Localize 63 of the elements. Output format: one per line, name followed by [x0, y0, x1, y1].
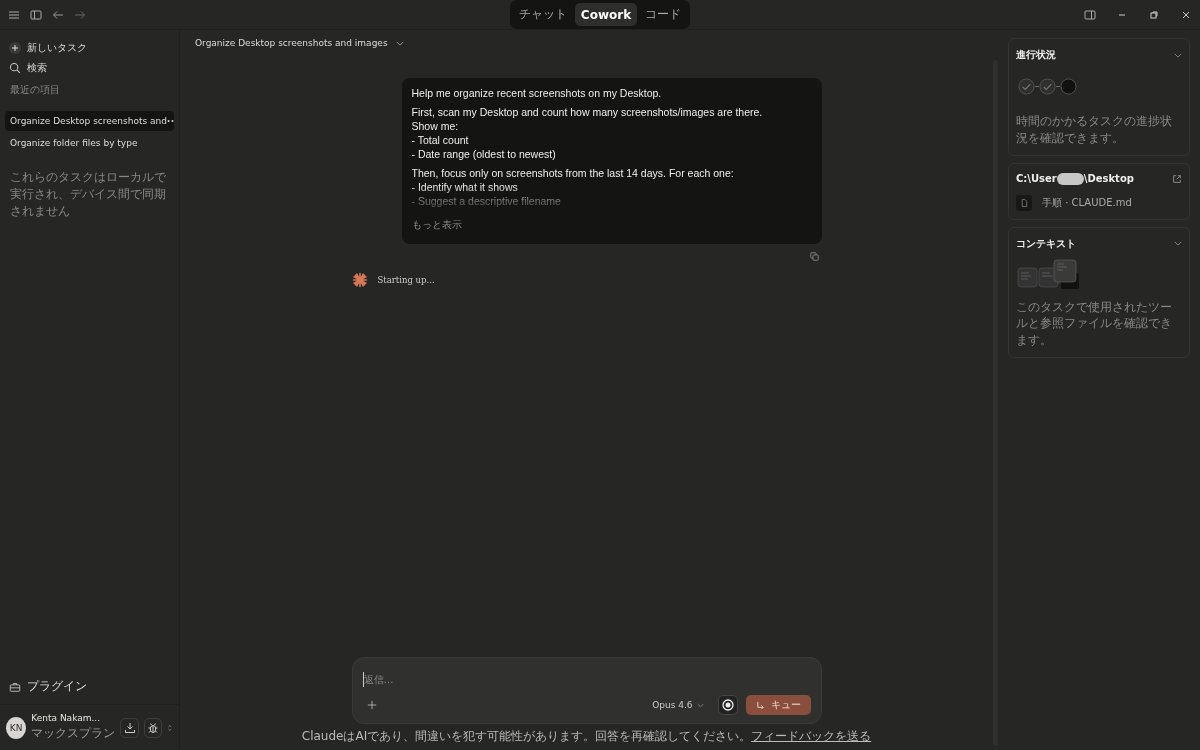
show-more-link[interactable]: もっと表示	[411, 218, 462, 232]
chevron-down-icon[interactable]	[1174, 241, 1182, 247]
path-text: \Desktop	[1083, 173, 1134, 185]
search-icon	[9, 62, 21, 74]
plugins-button[interactable]: プラグイン	[5, 675, 174, 698]
sparkle-icon	[351, 272, 368, 288]
path-text: C:\User	[1016, 173, 1057, 185]
message-line: Then, focus only on screenshots from the last 14 days. For each one:	[411, 166, 735, 180]
model-selector[interactable]: Opus 4.6	[646, 699, 710, 711]
mode-tab[interactable]: コード	[639, 3, 688, 26]
menu-icon[interactable]	[8, 8, 20, 21]
download-button[interactable]	[120, 717, 139, 738]
restore-icon[interactable]	[1148, 8, 1160, 21]
new-task-button[interactable]: 新しいタスク	[5, 38, 91, 58]
search-button[interactable]: 検索	[5, 58, 51, 78]
plus-icon[interactable]	[366, 700, 377, 710]
card-title: コンテキスト	[1016, 236, 1076, 251]
disclaimer-text: ClaudeはAIであり、間違いを犯す可能性があります。回答を再確認してください。	[301, 728, 752, 745]
mode-tab[interactable]: チャット	[512, 3, 573, 26]
chevron-down-icon[interactable]	[1174, 52, 1182, 58]
plus-icon	[9, 42, 21, 54]
bug-icon	[147, 721, 160, 734]
panel-toggle-icon[interactable]	[1084, 8, 1096, 21]
chevron-down-icon[interactable]	[395, 40, 404, 46]
card-title: 進行状況	[1016, 48, 1056, 62]
back-arrow-icon[interactable]	[52, 8, 64, 21]
toolbox-icon	[9, 680, 21, 693]
user-name: Kenta Nakam...	[31, 713, 102, 723]
task-item[interactable]: Organize folder files by type	[5, 133, 174, 153]
mode-tab[interactable]: Cowork	[574, 3, 638, 26]
queue-button[interactable]: キュー	[745, 695, 811, 715]
open-external-icon[interactable]	[1172, 173, 1182, 184]
message-line: - Total count	[411, 133, 470, 147]
message-line: First, scan my Desktop and count how many screenshots/images are there.	[411, 105, 764, 119]
feedback-link[interactable]: フィードバックを送る	[751, 728, 872, 745]
section-heading: 最近の項目	[9, 83, 61, 97]
redaction-mark	[1056, 172, 1084, 185]
message-line: Show me:	[411, 119, 460, 133]
message-line: - Suggest a descriptive filename	[411, 194, 562, 208]
bug-button[interactable]	[143, 717, 163, 738]
copy-icon[interactable]	[809, 252, 819, 261]
message-line: - Identify what it shows	[411, 180, 519, 194]
user-plan: マックスプラン	[31, 725, 116, 742]
user-avatar[interactable]: KN	[6, 716, 27, 739]
conversation-title[interactable]: Organize Desktop screenshots and images	[195, 38, 388, 48]
return-arrow-icon	[755, 700, 765, 710]
card-description: 時間のかかるタスクの進捗状況を確認できます。	[1016, 113, 1173, 147]
reply-input[interactable]: 返信…	[362, 672, 812, 687]
download-icon	[123, 721, 136, 734]
record-button[interactable]	[717, 695, 738, 715]
status-text: Starting up...	[377, 275, 435, 285]
documents-drawing	[1017, 258, 1081, 289]
file-icon	[1016, 194, 1032, 211]
file-name[interactable]: 手順 · CLAUDE.md	[1042, 195, 1132, 210]
chevron-up-down-icon[interactable]	[167, 722, 173, 733]
task-item[interactable]: Organize Desktop screenshots and	[5, 111, 174, 131]
record-icon	[721, 699, 734, 711]
local-tasks-note: これらのタスクはローカルで実行され、デバイス間で同期されません	[9, 169, 167, 220]
card-description: このタスクで使用されたツールと参照ファイルを確認できます。	[1016, 298, 1173, 349]
chevron-down-icon	[696, 702, 704, 708]
sidebar-toggle-icon[interactable]	[30, 8, 42, 21]
message-line: Help me organize recent screenshots on my Desktop.	[411, 86, 663, 100]
message-line: - Date range (oldest to newest)	[411, 147, 557, 161]
